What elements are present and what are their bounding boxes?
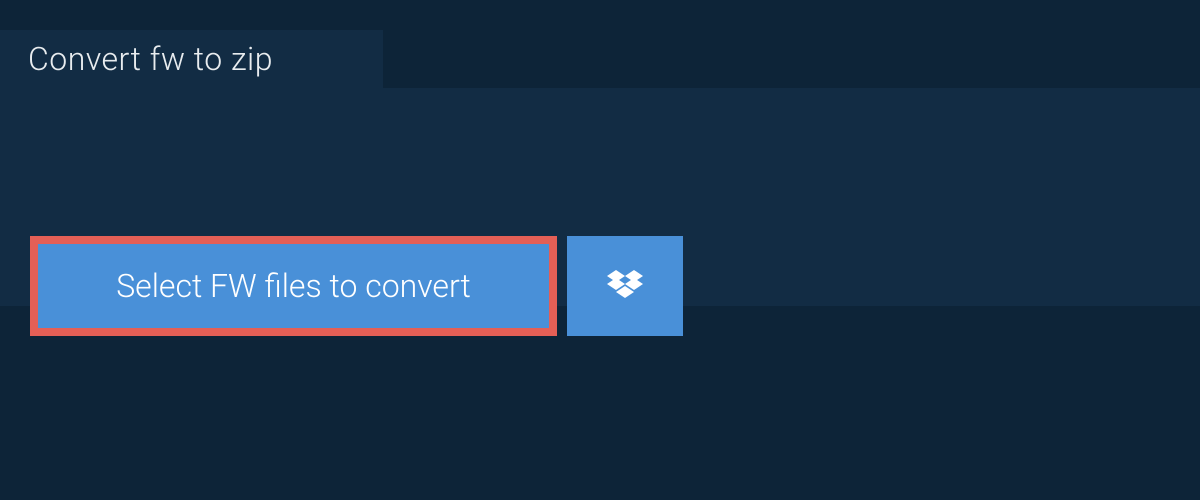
upload-button-row: Select FW files to convert bbox=[30, 236, 683, 336]
select-files-button-label: Select FW files to convert bbox=[116, 267, 471, 305]
dropbox-icon bbox=[607, 270, 643, 302]
conversion-tab-label: Convert fw to zip bbox=[28, 40, 273, 78]
conversion-tab[interactable]: Convert fw to zip bbox=[0, 30, 383, 88]
select-files-button[interactable]: Select FW files to convert bbox=[30, 236, 557, 336]
dropbox-upload-button[interactable] bbox=[567, 236, 683, 336]
conversion-panel: Select FW files to convert bbox=[0, 88, 1200, 306]
